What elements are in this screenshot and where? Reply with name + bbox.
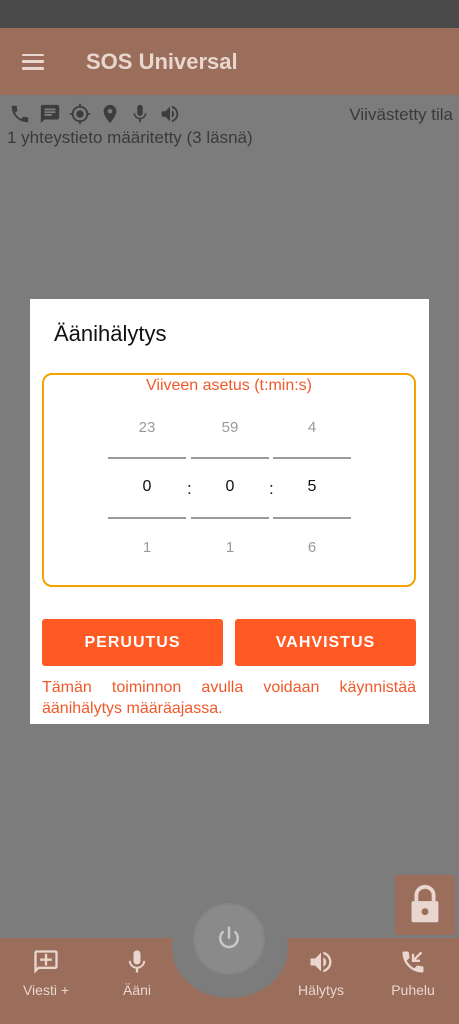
voice-alarm-dialog: Äänihälytys Viiveen asetus (t:min:s) 23 … bbox=[30, 299, 429, 724]
minutes-current-value[interactable]: 0 bbox=[191, 478, 269, 496]
delay-time-picker: Viiveen asetus (t:min:s) 23 0 1 : 59 0 1… bbox=[42, 373, 416, 587]
hours-wheel[interactable]: 23 0 1 bbox=[108, 405, 186, 575]
picker-caption: Viiveen asetus (t:min:s) bbox=[146, 377, 312, 394]
hours-next-value[interactable]: 1 bbox=[108, 539, 186, 556]
seconds-prev-value[interactable]: 4 bbox=[273, 419, 351, 436]
hours-current-value[interactable]: 0 bbox=[108, 478, 186, 496]
confirm-button[interactable]: VAHVISTUS bbox=[235, 619, 416, 666]
hours-prev-value[interactable]: 23 bbox=[108, 419, 186, 436]
wheel-divider bbox=[108, 517, 186, 519]
minutes-prev-value[interactable]: 59 bbox=[191, 419, 269, 436]
minutes-next-value[interactable]: 1 bbox=[191, 539, 269, 556]
wheel-divider bbox=[108, 457, 186, 459]
minutes-wheel[interactable]: 59 0 1 bbox=[191, 405, 269, 575]
seconds-wheel[interactable]: 4 5 6 bbox=[273, 405, 351, 575]
wheel-divider bbox=[273, 517, 351, 519]
dialog-title: Äänihälytys bbox=[54, 321, 167, 346]
seconds-current-value[interactable]: 5 bbox=[273, 478, 351, 496]
wheel-divider bbox=[273, 457, 351, 459]
wheel-divider bbox=[191, 517, 269, 519]
seconds-next-value[interactable]: 6 bbox=[273, 539, 351, 556]
cancel-button[interactable]: PERUUTUS bbox=[42, 619, 223, 666]
dialog-description: Tämän toiminnon avulla voidaan käynnistä… bbox=[42, 679, 416, 717]
wheel-divider bbox=[191, 457, 269, 459]
